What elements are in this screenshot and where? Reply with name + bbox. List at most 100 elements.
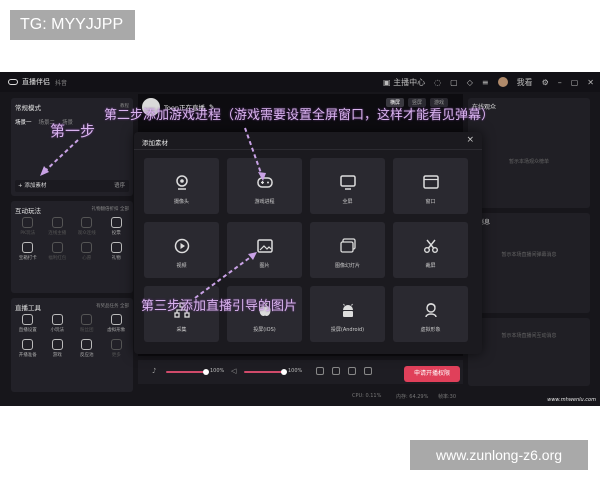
tool-label: 心愿 (82, 256, 92, 261)
material-label: 裁屏 (425, 263, 436, 269)
app-name: 直播伴侣 (22, 78, 50, 86)
material-label: 图像幻灯片 (334, 263, 360, 269)
maximize-icon[interactable]: ▢ (571, 78, 579, 87)
tool-item[interactable]: 直播设置 (13, 314, 43, 333)
tool-label: 小玩法 (50, 328, 65, 333)
interaction-hint: 暂示本场直播间互动消息 (501, 333, 557, 339)
material-tile[interactable]: 视频 (144, 222, 219, 278)
tool-item[interactable]: 更多 (102, 339, 132, 358)
tool-item[interactable]: 反应池 (72, 339, 102, 358)
order-label: 语序 (113, 183, 125, 189)
right-panel: 在线观众 暂示本场观众榜单 弹消息 暂示本场直播间弹幕消息 暂示本场直播间互动消… (468, 98, 590, 398)
live-tools-card: 直播工具 有奖品任务 全部 直播设置 小玩法 粉丝团 虚拟形象开播准备 游戏 反应池 更多 (11, 298, 133, 392)
mic-volume-slider[interactable] (166, 369, 209, 375)
tool-item[interactable]: 礼物 (102, 242, 132, 261)
status-cpu: CPU: 0.11% (352, 393, 382, 399)
menu-icon[interactable]: ≡ (482, 78, 489, 87)
material-tile[interactable]: 虚拟形象 (393, 286, 468, 342)
minimize-icon[interactable]: – (558, 78, 562, 87)
material-tile[interactable]: 全屏 (310, 158, 385, 214)
record-icon[interactable] (332, 367, 340, 375)
material-label: 投屏(iOS) (253, 327, 276, 333)
camera-toggle-icon[interactable] (348, 367, 356, 375)
watermark-top: TG: MYYJJPP (10, 10, 135, 40)
avatar-icon (424, 303, 437, 318)
live-tools-title: 直播工具 (15, 304, 41, 312)
add-material-dialog: 添加素材 × 摄像头 游戏进程 全屏 窗口 视频 图片 图像幻灯片 裁屏 采集 投屏(iOS) 投屏… (134, 132, 482, 354)
settings-icon[interactable]: ⚙ (542, 78, 549, 87)
tool-item[interactable]: 观众连线 (72, 217, 102, 236)
status-bar: CPU: 0.11% 内存: 64.29% 帧率:30 (0, 390, 600, 404)
tool-label: 反应池 (80, 353, 94, 358)
tool-item[interactable]: 粉丝团 (72, 314, 102, 333)
speaker-icon[interactable]: ◁ (231, 367, 236, 375)
close-icon[interactable]: ✕ (587, 78, 594, 87)
chat-icon[interactable]: ◌ (434, 78, 441, 87)
speaker-volume-slider[interactable] (244, 369, 287, 375)
tool-item[interactable]: 宝箱打卡 (13, 242, 43, 261)
tool-item[interactable]: 开播准备 (13, 339, 43, 358)
tool-item[interactable]: 心愿 (72, 242, 102, 261)
material-tile[interactable]: 窗口 (393, 158, 468, 214)
status-frames: 帧率:30 (438, 394, 457, 400)
tool-item[interactable]: PK玩法 (13, 217, 43, 236)
tool-icon (81, 242, 93, 253)
dialog-close-button[interactable]: × (466, 135, 474, 145)
interactive-title: 互动玩法 (15, 207, 41, 215)
interactive-note[interactable]: 礼物翻倍折扣 全部 (92, 206, 129, 212)
speaker-volume-value: 100% (288, 368, 303, 374)
mode-title[interactable]: 常规模式 (15, 102, 41, 112)
material-tile[interactable]: 裁屏 (393, 222, 468, 278)
material-label: 游戏进程 (254, 199, 275, 205)
material-label: 采集 (176, 327, 187, 333)
mic-icon[interactable]: ♪ (152, 367, 156, 375)
material-label: 窗口 (425, 199, 436, 205)
settings-icon[interactable] (364, 367, 372, 375)
material-label: 全屏 (342, 199, 353, 205)
material-tile[interactable]: 投屏(Android) (310, 286, 385, 342)
tool-icon (51, 242, 63, 253)
app-logo-icon (8, 79, 18, 85)
tool-label: 更多 (111, 353, 121, 358)
tool-label: 连线主播 (48, 231, 67, 236)
tool-icon (22, 217, 34, 228)
scene-tab-1[interactable]: 场景一 (15, 118, 32, 126)
app-subtitle: 抖音 (55, 79, 68, 87)
tool-item[interactable]: 投票 (102, 217, 132, 236)
user-name[interactable]: 我看 (517, 77, 533, 88)
camera-icon (175, 175, 188, 190)
live-center-label: 主播中心 (393, 77, 426, 87)
add-material-label: 添加素材 (24, 183, 47, 189)
message-icon[interactable]: ▢ (450, 78, 458, 87)
add-material-button[interactable]: + 添加素材 语序 (15, 180, 129, 192)
tool-item[interactable]: 小玩法 (43, 314, 73, 333)
tool-icon (81, 339, 93, 350)
tool-label: 投票 (111, 231, 121, 236)
material-tile[interactable]: 图像幻灯片 (310, 222, 385, 278)
live-center-button[interactable]: ▣ 主播中心 (383, 77, 425, 88)
material-tile[interactable]: 摄像头 (144, 158, 219, 214)
user-avatar[interactable] (497, 77, 508, 87)
speaker-volume-knob[interactable] (281, 369, 287, 375)
screenshot-icon[interactable] (316, 367, 324, 375)
material-tile[interactable]: 游戏进程 (227, 158, 302, 214)
tool-icon (51, 339, 63, 350)
tool-item[interactable]: 福利红包 (43, 242, 73, 261)
material-label: 虚拟形象 (420, 327, 441, 333)
material-tile[interactable]: 图片 (227, 222, 302, 278)
interactive-card: 互动玩法 礼物翻倍折扣 全部 PK玩法 连线主播 观众连线 投票宝箱打卡 福利红包 心愿 礼… (11, 201, 133, 293)
shirt-icon[interactable]: ◇ (467, 78, 473, 87)
mic-volume-knob[interactable] (203, 369, 209, 375)
tool-item[interactable]: 连线主播 (43, 217, 73, 236)
plus-icon: + (18, 183, 23, 189)
tool-item[interactable]: 游戏 (43, 339, 73, 358)
material-grid: 摄像头 游戏进程 全屏 窗口视频 图片 图像幻灯片 裁屏采集 投屏(iOS) 投屏(Androi… (144, 158, 468, 342)
tool-label: 宝箱打卡 (18, 256, 37, 261)
monitor-icon (339, 175, 356, 190)
live-tools-note[interactable]: 有奖品任务 全部 (96, 303, 129, 309)
tool-item[interactable]: 虚拟形象 (102, 314, 132, 333)
go-live-button[interactable]: 申请开播权限 (404, 366, 460, 382)
play-icon (174, 238, 189, 254)
annotation-step1: 第一步 (50, 122, 96, 140)
status-memory: 内存: 64.29% (396, 394, 429, 400)
